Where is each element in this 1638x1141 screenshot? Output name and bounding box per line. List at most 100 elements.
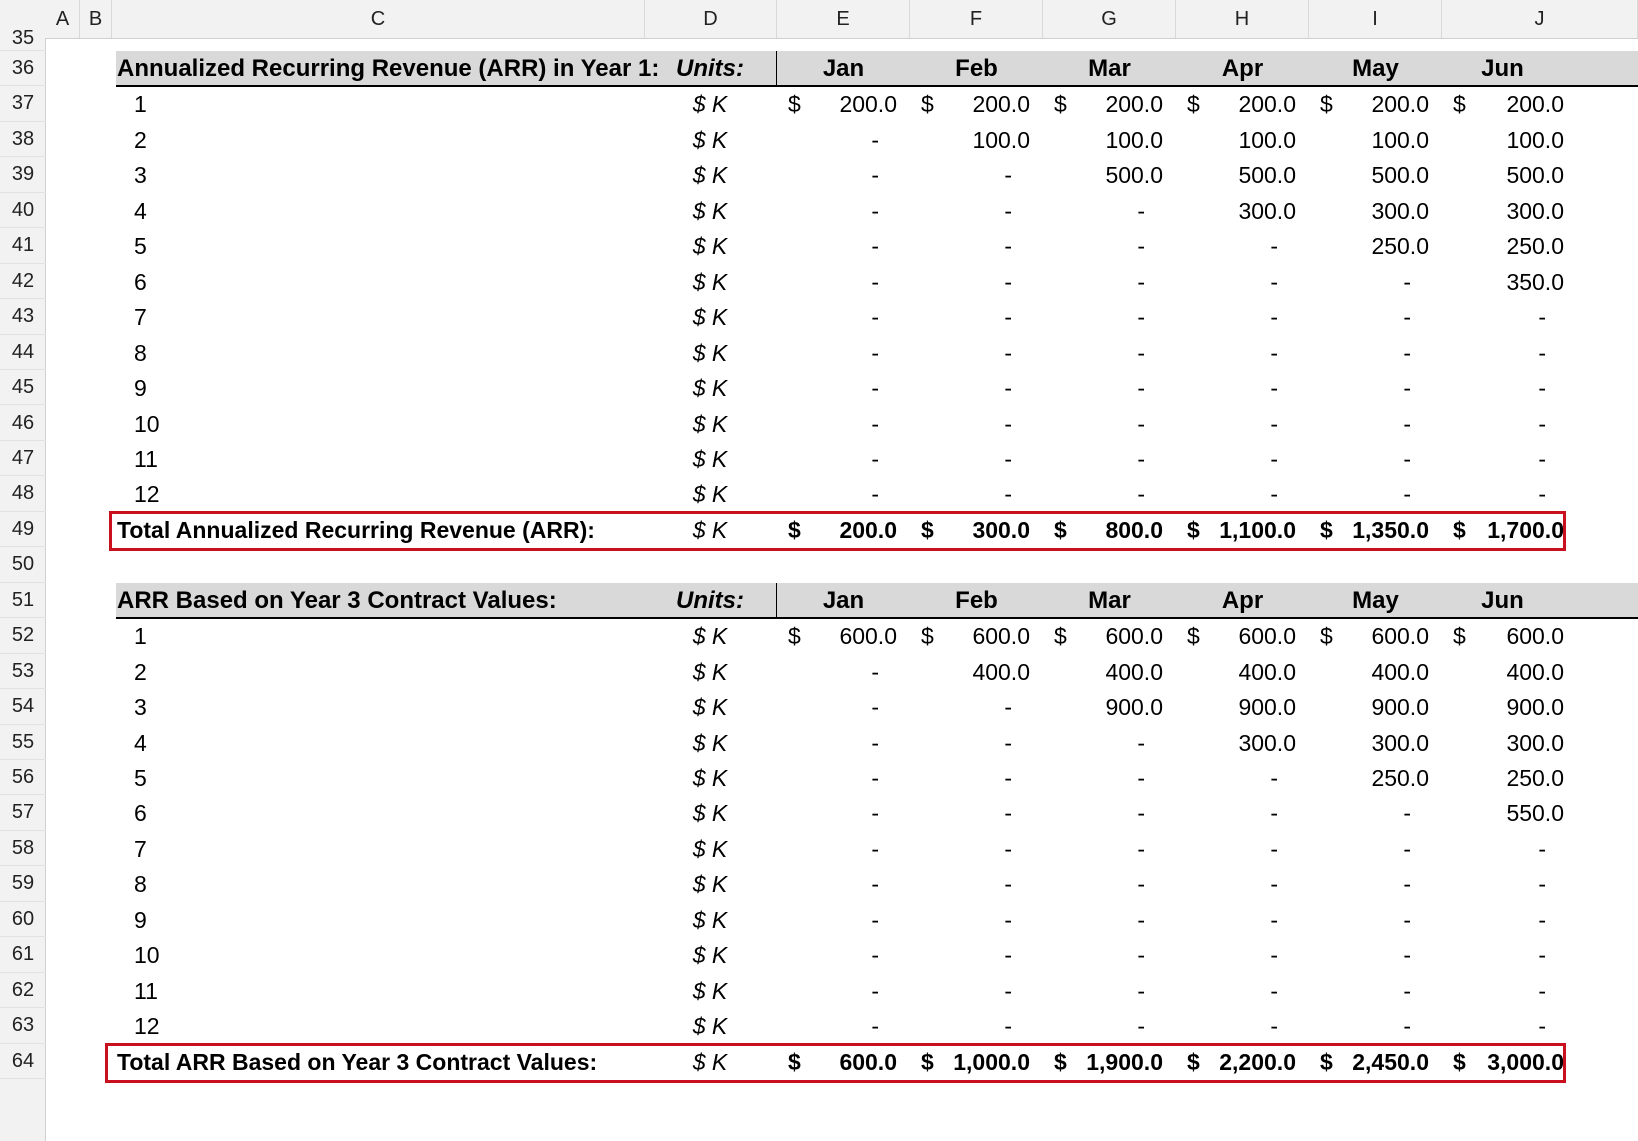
unit-cell[interactable]: $ K xyxy=(645,937,775,974)
value-cell[interactable]: - xyxy=(769,335,879,372)
value-cell[interactable]: - xyxy=(1035,937,1145,974)
value-cell[interactable]: - xyxy=(902,1008,1012,1045)
column-header-e[interactable]: E xyxy=(777,0,910,38)
row-header-38[interactable]: 38 xyxy=(0,122,46,158)
row-header-37[interactable]: 37 xyxy=(0,86,46,122)
row-label[interactable]: 5 xyxy=(134,760,214,797)
value-cell[interactable]: - xyxy=(902,193,1012,230)
row-label[interactable]: 7 xyxy=(134,831,214,868)
value-cell[interactable]: - xyxy=(1035,973,1145,1010)
value-cell[interactable]: - xyxy=(902,441,1012,478)
total-value-cell[interactable]: 1,700.0 xyxy=(1454,512,1564,549)
unit-cell[interactable]: $ K xyxy=(645,973,775,1010)
value-cell[interactable]: - xyxy=(769,973,879,1010)
row-label[interactable]: 4 xyxy=(134,193,214,230)
total-value-cell[interactable]: 1,000.0 xyxy=(920,1044,1030,1081)
unit-cell[interactable]: $ K xyxy=(645,725,775,762)
row-label[interactable]: 1 xyxy=(134,86,214,123)
total-unit-cell[interactable]: $ K xyxy=(645,512,775,549)
total-unit-cell[interactable]: $ K xyxy=(645,1044,775,1081)
value-cell[interactable]: - xyxy=(769,441,879,478)
value-cell[interactable]: 600.0 xyxy=(1319,618,1429,655)
row-label[interactable]: 9 xyxy=(134,902,214,939)
unit-cell[interactable]: $ K xyxy=(645,335,775,372)
row-label[interactable]: 2 xyxy=(134,654,214,691)
value-cell[interactable]: - xyxy=(1035,1008,1145,1045)
row-header-60[interactable]: 60 xyxy=(0,902,46,938)
value-cell[interactable]: 500.0 xyxy=(1319,157,1429,194)
unit-cell[interactable]: $ K xyxy=(645,228,775,265)
unit-cell[interactable]: $ K xyxy=(645,264,775,301)
value-cell[interactable]: - xyxy=(902,689,1012,726)
value-cell[interactable]: - xyxy=(1168,937,1278,974)
value-cell[interactable]: 250.0 xyxy=(1319,228,1429,265)
row-label[interactable]: 10 xyxy=(134,937,214,974)
value-cell[interactable]: - xyxy=(1168,228,1278,265)
value-cell[interactable]: 100.0 xyxy=(920,122,1030,159)
unit-cell[interactable]: $ K xyxy=(645,370,775,407)
value-cell[interactable]: - xyxy=(1035,760,1145,797)
value-cell[interactable]: 200.0 xyxy=(787,86,897,123)
row-header-64[interactable]: 64 xyxy=(0,1044,46,1080)
value-cell[interactable]: - xyxy=(1436,335,1546,372)
value-cell[interactable]: - xyxy=(1301,335,1411,372)
column-header-f[interactable]: F xyxy=(910,0,1043,38)
row-label[interactable]: 5 xyxy=(134,228,214,265)
value-cell[interactable]: - xyxy=(1301,937,1411,974)
value-cell[interactable]: - xyxy=(1301,299,1411,336)
value-cell[interactable]: - xyxy=(1035,370,1145,407)
row-header-49[interactable]: 49 xyxy=(0,512,46,548)
value-cell[interactable]: - xyxy=(1168,902,1278,939)
value-cell[interactable]: - xyxy=(769,1008,879,1045)
value-cell[interactable]: 300.0 xyxy=(1454,725,1564,762)
value-cell[interactable]: - xyxy=(1035,902,1145,939)
row-header-56[interactable]: 56 xyxy=(0,760,46,796)
value-cell[interactable]: 550.0 xyxy=(1454,795,1564,832)
value-cell[interactable]: 600.0 xyxy=(1186,618,1296,655)
value-cell[interactable]: - xyxy=(1168,299,1278,336)
value-cell[interactable]: - xyxy=(769,193,879,230)
column-header-a[interactable]: A xyxy=(46,0,80,38)
value-cell[interactable]: - xyxy=(902,228,1012,265)
value-cell[interactable]: - xyxy=(902,902,1012,939)
row-label[interactable]: 8 xyxy=(134,335,214,372)
row-header-44[interactable]: 44 xyxy=(0,335,46,371)
column-header-g[interactable]: G xyxy=(1043,0,1176,38)
value-cell[interactable]: - xyxy=(1436,441,1546,478)
value-cell[interactable]: 400.0 xyxy=(1319,654,1429,691)
value-cell[interactable]: - xyxy=(1168,370,1278,407)
value-cell[interactable]: 200.0 xyxy=(1186,86,1296,123)
value-cell[interactable]: - xyxy=(902,795,1012,832)
unit-cell[interactable]: $ K xyxy=(645,193,775,230)
value-cell[interactable]: - xyxy=(1035,476,1145,513)
unit-cell[interactable]: $ K xyxy=(645,476,775,513)
value-cell[interactable]: - xyxy=(1168,795,1278,832)
row-label[interactable]: 2 xyxy=(134,122,214,159)
row-header-59[interactable]: 59 xyxy=(0,866,46,902)
value-cell[interactable]: - xyxy=(1168,1008,1278,1045)
value-cell[interactable]: - xyxy=(1168,335,1278,372)
column-header-d[interactable]: D xyxy=(645,0,777,38)
column-header-c[interactable]: C xyxy=(112,0,645,38)
value-cell[interactable]: - xyxy=(769,370,879,407)
value-cell[interactable]: 900.0 xyxy=(1319,689,1429,726)
row-label[interactable]: 4 xyxy=(134,725,214,762)
value-cell[interactable]: - xyxy=(769,689,879,726)
value-cell[interactable]: 300.0 xyxy=(1186,193,1296,230)
value-cell[interactable]: - xyxy=(769,157,879,194)
value-cell[interactable]: - xyxy=(1168,441,1278,478)
value-cell[interactable]: 250.0 xyxy=(1319,760,1429,797)
value-cell[interactable]: 400.0 xyxy=(1186,654,1296,691)
row-label[interactable]: 7 xyxy=(134,299,214,336)
unit-cell[interactable]: $ K xyxy=(645,406,775,443)
row-label[interactable]: 1 xyxy=(134,618,214,655)
value-cell[interactable]: - xyxy=(769,122,879,159)
value-cell[interactable]: - xyxy=(902,476,1012,513)
row-header-63[interactable]: 63 xyxy=(0,1008,46,1044)
column-header-i[interactable]: I xyxy=(1309,0,1442,38)
total-value-cell[interactable]: 1,100.0 xyxy=(1186,512,1296,549)
row-header-51[interactable]: 51 xyxy=(0,583,46,619)
unit-cell[interactable]: $ K xyxy=(645,689,775,726)
row-label[interactable]: 12 xyxy=(134,476,214,513)
value-cell[interactable]: - xyxy=(1168,406,1278,443)
